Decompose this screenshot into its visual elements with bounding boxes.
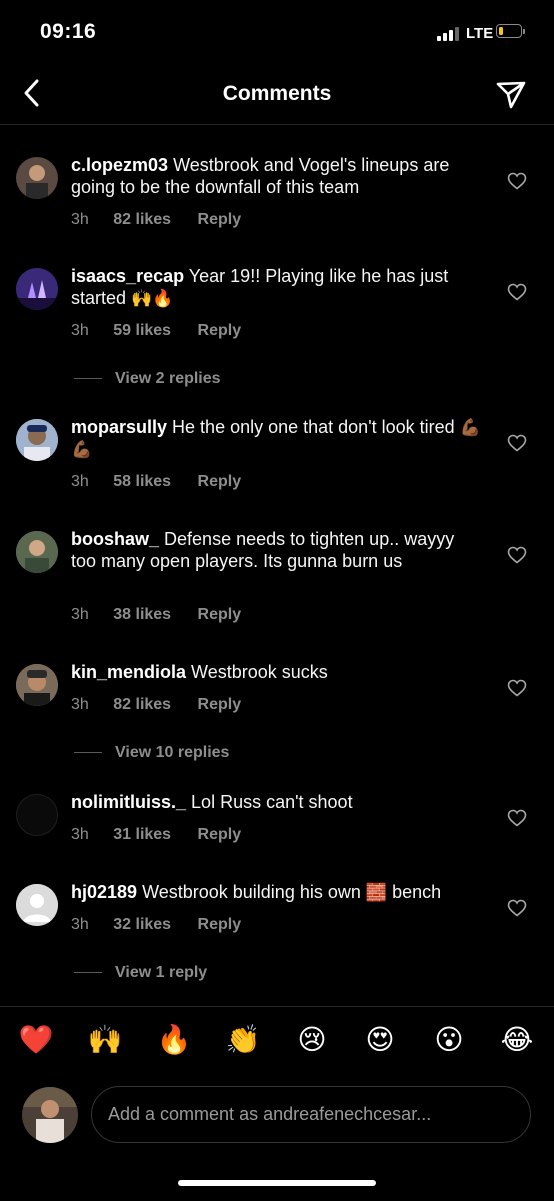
comment-time: 3h bbox=[71, 916, 89, 933]
comment-likes[interactable]: 38 likes bbox=[113, 606, 171, 623]
view-replies-label: View 10 replies bbox=[115, 744, 230, 761]
avatar[interactable] bbox=[16, 531, 58, 573]
comment-text: kin_mendiola Westbrook sucks bbox=[71, 662, 481, 684]
reply-button[interactable]: Reply bbox=[198, 322, 242, 339]
comment-meta: 3h 31 likes Reply bbox=[71, 826, 241, 844]
comment-emoji: 🙌🔥 bbox=[131, 288, 174, 308]
comment-text: c.lopezm03 Westbrook and Vogel's lineups… bbox=[71, 155, 481, 198]
comment-body: Westbrook building his own bbox=[142, 882, 361, 902]
view-replies-button[interactable]: View 10 replies bbox=[74, 744, 229, 762]
fire-emoji-button[interactable]: 🔥 bbox=[154, 1023, 194, 1056]
comment-text: hj02189 Westbrook building his own 🧱 ben… bbox=[71, 882, 481, 904]
heart-icon[interactable] bbox=[507, 679, 527, 697]
heart-icon[interactable] bbox=[507, 172, 527, 190]
reply-button[interactable]: Reply bbox=[198, 916, 242, 933]
divider-line bbox=[74, 378, 102, 380]
comment-likes[interactable]: 32 likes bbox=[113, 916, 171, 933]
paper-plane-icon[interactable] bbox=[494, 78, 528, 110]
avatar[interactable] bbox=[16, 419, 58, 461]
crying-emoji-button[interactable]: 😢 bbox=[292, 1023, 332, 1056]
heart-icon[interactable] bbox=[507, 899, 527, 917]
comment-likes[interactable]: 59 likes bbox=[113, 322, 171, 339]
avatar bbox=[22, 1087, 78, 1143]
comment-time: 3h bbox=[71, 211, 89, 228]
comment-meta: 3h 38 likes Reply bbox=[71, 606, 241, 624]
avatar[interactable] bbox=[16, 884, 58, 926]
divider-line bbox=[74, 972, 102, 974]
comment-likes[interactable]: 82 likes bbox=[113, 211, 171, 228]
reply-button[interactable]: Reply bbox=[198, 473, 242, 490]
heart-eyes-emoji-button[interactable]: 😍 bbox=[360, 1023, 400, 1056]
divider-line bbox=[74, 752, 102, 754]
comment-emoji: 🧱 bbox=[365, 883, 388, 902]
heart-icon[interactable] bbox=[507, 546, 527, 564]
surprised-emoji-button[interactable]: 😮 bbox=[429, 1023, 469, 1056]
heart-icon[interactable] bbox=[507, 434, 527, 452]
comment-username[interactable]: booshaw_ bbox=[71, 529, 159, 549]
avatar[interactable] bbox=[16, 794, 58, 836]
comment-time: 3h bbox=[71, 826, 89, 843]
comments-header: Comments bbox=[0, 62, 554, 125]
comment-time: 3h bbox=[71, 473, 89, 490]
reply-button[interactable]: Reply bbox=[198, 826, 242, 843]
comment-time: 3h bbox=[71, 606, 89, 623]
comment-username[interactable]: nolimitluiss._ bbox=[71, 792, 186, 812]
comment-text: booshaw_ Defense needs to tighten up.. w… bbox=[71, 529, 481, 572]
network-type: LTE bbox=[466, 25, 494, 42]
comment-username[interactable]: isaacs_recap bbox=[71, 266, 184, 286]
view-replies-label: View 2 replies bbox=[115, 370, 221, 387]
raised-hands-emoji-button[interactable]: 🙌 bbox=[85, 1023, 125, 1056]
comment-username[interactable]: moparsully bbox=[71, 417, 167, 437]
comment-username[interactable]: kin_mendiola bbox=[71, 662, 186, 682]
avatar[interactable] bbox=[16, 268, 58, 310]
emoji-quick-bar: ❤️ 🙌 🔥 👏 😢 😍 😮 😂 bbox=[0, 1023, 554, 1067]
comment-username[interactable]: hj02189 bbox=[71, 882, 137, 902]
comment-text: isaacs_recap Year 19!! Playing like he h… bbox=[71, 266, 481, 309]
page-title: Comments bbox=[222, 82, 332, 105]
reply-button[interactable]: Reply bbox=[198, 696, 242, 713]
comment-text: moparsully He the only one that don't lo… bbox=[71, 417, 481, 460]
comment-meta: 3h 58 likes Reply bbox=[71, 473, 241, 491]
comment-likes[interactable]: 58 likes bbox=[113, 473, 171, 490]
comment-likes[interactable]: 82 likes bbox=[113, 696, 171, 713]
heart-icon[interactable] bbox=[507, 283, 527, 301]
comment-meta: 3h 32 likes Reply bbox=[71, 916, 241, 934]
comment-input[interactable] bbox=[91, 1086, 531, 1143]
compose-area: ❤️ 🙌 🔥 👏 😢 😍 😮 😂 bbox=[0, 1006, 554, 1201]
battery-icon bbox=[496, 24, 522, 38]
comment-body: He the only one that don't look tired bbox=[172, 417, 455, 437]
status-time: 09:16 bbox=[40, 20, 97, 43]
comment-time: 3h bbox=[71, 322, 89, 339]
comment-meta: 3h 82 likes Reply bbox=[71, 696, 241, 714]
heart-emoji-button[interactable]: ❤️ bbox=[16, 1023, 56, 1056]
comment-meta: 3h 59 likes Reply bbox=[71, 322, 241, 340]
laughing-emoji-button[interactable]: 😂 bbox=[497, 1023, 537, 1056]
home-indicator[interactable] bbox=[178, 1180, 376, 1186]
clap-emoji-button[interactable]: 👏 bbox=[223, 1023, 263, 1056]
view-replies-button[interactable]: View 2 replies bbox=[74, 370, 221, 388]
avatar[interactable] bbox=[16, 157, 58, 199]
view-replies-label: View 1 reply bbox=[115, 964, 208, 981]
avatar[interactable] bbox=[16, 664, 58, 706]
comment-body: Lol Russ can't shoot bbox=[191, 792, 353, 812]
heart-icon[interactable] bbox=[507, 809, 527, 827]
comment-likes[interactable]: 31 likes bbox=[113, 826, 171, 843]
comment-body: Westbrook sucks bbox=[191, 662, 328, 682]
comment-text: nolimitluiss._ Lol Russ can't shoot bbox=[71, 792, 481, 814]
signal-strength-icon bbox=[437, 27, 461, 41]
view-replies-button[interactable]: View 1 reply bbox=[74, 964, 207, 982]
reply-button[interactable]: Reply bbox=[198, 211, 242, 228]
comment-body-end: bench bbox=[392, 882, 442, 902]
comment-time: 3h bbox=[71, 696, 89, 713]
comment-meta: 3h 82 likes Reply bbox=[71, 211, 241, 229]
comment-username[interactable]: c.lopezm03 bbox=[71, 155, 168, 175]
reply-button[interactable]: Reply bbox=[198, 606, 242, 623]
battery-cap bbox=[523, 29, 525, 34]
status-bar: 09:16 LTE bbox=[0, 0, 554, 62]
